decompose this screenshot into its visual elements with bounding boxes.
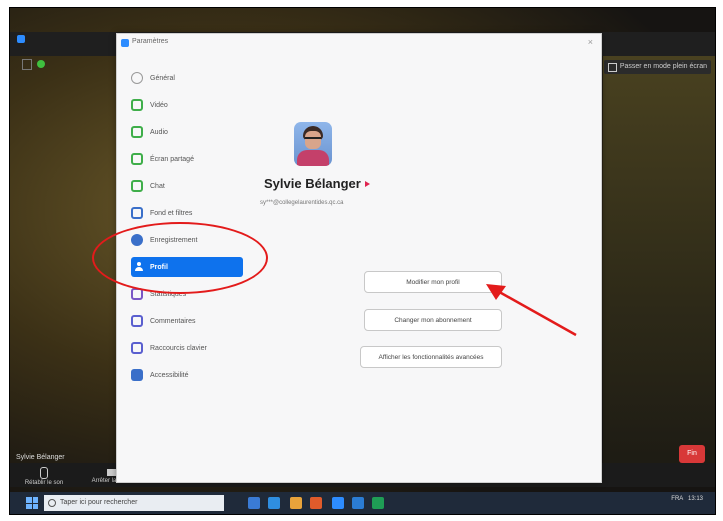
fullscreen-label: Passer en mode plein écran [619, 63, 707, 70]
sidebar-item-share-screen[interactable]: Écran partagé [131, 149, 243, 169]
close-icon[interactable]: × [588, 37, 593, 47]
windows-start-icon[interactable] [26, 497, 38, 509]
headphones-icon [131, 126, 143, 138]
share-screen-icon [131, 153, 143, 165]
language-indicator[interactable]: FRA [671, 496, 683, 502]
windows-taskbar: Taper ici pour rechercher FRA 13:13 [10, 492, 715, 514]
file-explorer-icon[interactable] [290, 497, 302, 509]
sidebar-item-feedback[interactable]: Commentaires [131, 311, 243, 331]
zoom-logo-icon [17, 35, 25, 43]
fullscreen-button[interactable]: Passer en mode plein écran [603, 60, 711, 74]
keyboard-icon [131, 342, 143, 354]
system-tray: FRA 13:13 [671, 496, 703, 502]
security-shield-icon[interactable] [37, 60, 45, 68]
pointer-arrow-icon [486, 284, 577, 337]
settings-title: Paramètres [132, 38, 169, 45]
end-meeting-button[interactable]: Fin [679, 445, 705, 463]
profile-name: Sylvie Bélanger [264, 176, 384, 191]
speaker-name-label: Sylvie Bélanger [16, 454, 65, 461]
sidebar-item-label: Vidéo [150, 101, 168, 109]
feedback-icon [131, 315, 143, 327]
view-advanced-features-button[interactable]: Afficher les fonctionnalités avancées [360, 346, 502, 368]
edge-browser-icon[interactable] [268, 497, 280, 509]
sidebar-item-label: Accessibilité [150, 371, 189, 379]
settings-titlebar: Paramètres × [117, 34, 601, 52]
profile-email: sy***@collegelaurentides.qc.ca [260, 200, 344, 206]
meeting-right-panel [603, 48, 715, 468]
pro-badge-icon [364, 180, 370, 187]
info-icon[interactable] [22, 59, 32, 70]
sidebar-item-label: Raccourcis clavier [150, 344, 207, 352]
profile-avatar[interactable] [294, 122, 332, 166]
sidebar-item-label: Commentaires [150, 317, 196, 325]
sidebar-item-audio[interactable]: Audio [131, 122, 243, 142]
gear-icon [131, 72, 143, 84]
sidebar-item-accessibility[interactable]: Accessibilité [131, 365, 243, 385]
video-icon [131, 99, 143, 111]
accessibility-icon [131, 369, 143, 381]
taskbar-search-placeholder: Taper ici pour rechercher [60, 499, 138, 506]
taskbar-search-input[interactable]: Taper ici pour rechercher [44, 495, 224, 511]
sidebar-item-chat[interactable]: Chat [131, 176, 243, 196]
microphone-icon [40, 467, 48, 479]
zoom-app-icon[interactable] [332, 497, 344, 509]
background-icon [131, 207, 143, 219]
mute-button[interactable]: Rétablir le son [24, 467, 64, 486]
sidebar-item-general[interactable]: Général [131, 68, 243, 88]
sidebar-item-label: Écran partagé [150, 155, 194, 163]
sidebar-item-label: Fond et filtres [150, 209, 193, 217]
sidebar-item-keyboard-shortcuts[interactable]: Raccourcis clavier [131, 338, 243, 358]
sidebar-item-label: Audio [150, 128, 168, 136]
chat-icon [131, 180, 143, 192]
sidebar-item-label: Chat [150, 182, 165, 190]
task-view-icon[interactable] [248, 497, 260, 509]
fullscreen-icon [607, 62, 617, 72]
sidebar-item-video[interactable]: Vidéo [131, 95, 243, 115]
mute-label: Rétablir le son [24, 480, 64, 486]
profile-name-text: Sylvie Bélanger [264, 176, 361, 191]
excel-icon[interactable] [372, 497, 384, 509]
sidebar-item-label: Général [150, 74, 175, 82]
zoom-logo-icon [121, 39, 129, 47]
highlight-oval [92, 222, 268, 294]
search-icon [48, 499, 56, 507]
chrome-icon[interactable] [310, 497, 322, 509]
clock[interactable]: 13:13 [688, 496, 703, 502]
outlook-icon[interactable] [352, 497, 364, 509]
sidebar-item-background[interactable]: Fond et filtres [131, 203, 243, 223]
